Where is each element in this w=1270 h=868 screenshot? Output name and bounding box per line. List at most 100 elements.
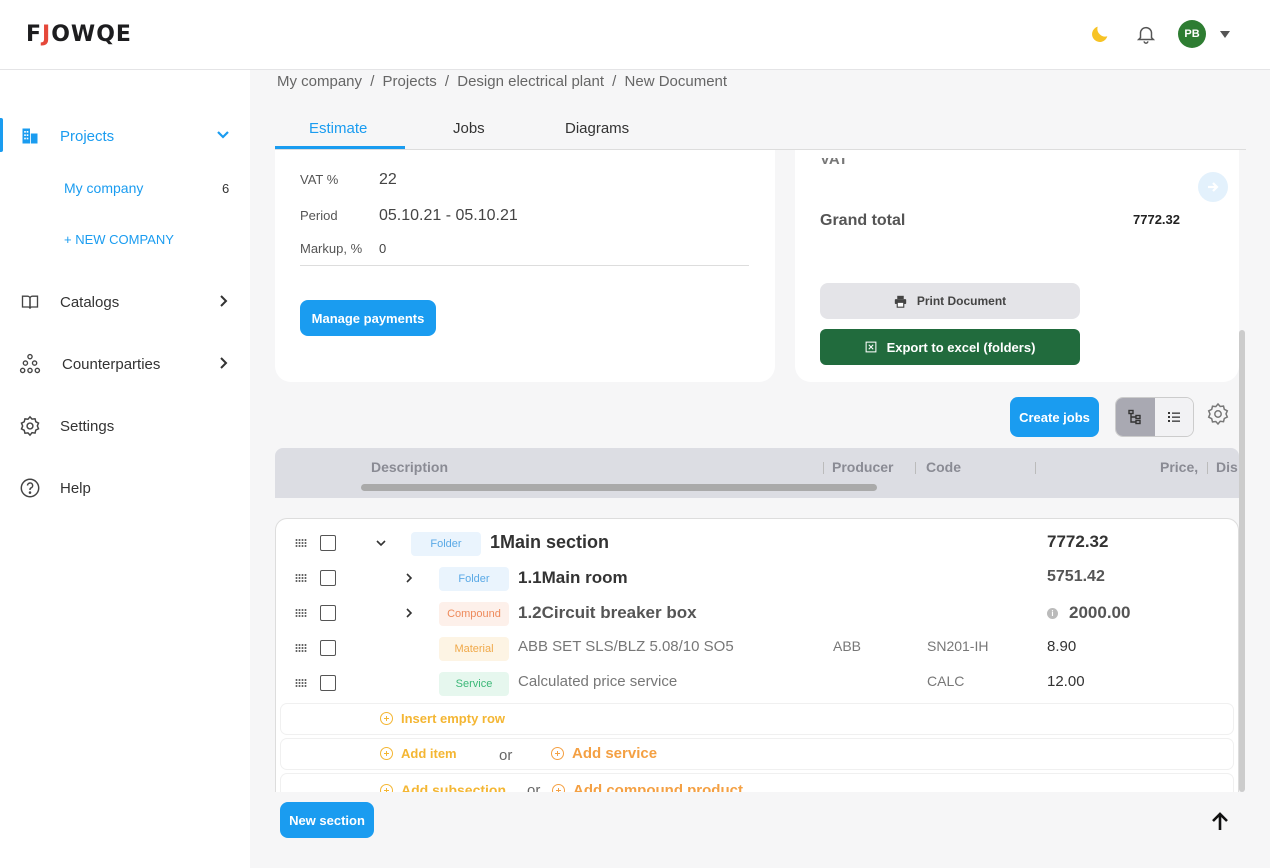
plus-circle-icon: [380, 783, 393, 792]
estimate-table: Folder 1Main section 7772.32 Folder 1.1M…: [275, 518, 1239, 792]
column-header-description[interactable]: Description: [371, 459, 448, 475]
printer-icon: [894, 295, 907, 308]
network-icon: [19, 353, 41, 375]
active-tab-indicator: [275, 146, 405, 149]
table-row[interactable]: Folder 1Main section 7772.32: [276, 526, 1238, 561]
column-header-discount[interactable]: Dis: [1216, 459, 1238, 475]
sidebar-subitem-my-company[interactable]: My company: [64, 180, 143, 196]
plus-circle-icon: [551, 747, 564, 760]
add-subsection-link[interactable]: Add subsection: [380, 782, 506, 792]
chevron-right-icon: [220, 357, 228, 369]
breadcrumb-item[interactable]: Projects: [383, 73, 437, 90]
print-document-label: Print Document: [916, 294, 1007, 308]
type-badge-folder: Folder: [411, 532, 481, 556]
add-subsection-bar: Add subsection or Add compound product: [281, 774, 1233, 792]
row-checkbox[interactable]: [320, 675, 336, 691]
add-item-link[interactable]: Add item: [380, 746, 457, 761]
sidebar-item-catalogs[interactable]: Catalogs: [0, 282, 250, 322]
chevron-down-icon: [217, 131, 229, 139]
app-logo[interactable]: FJOWQE: [26, 22, 132, 47]
row-code: SN201-IH: [927, 638, 989, 654]
row-price: 8.90: [1047, 638, 1077, 655]
add-compound-product-link[interactable]: Add compound product: [552, 782, 743, 792]
breadcrumb-item[interactable]: My company: [277, 73, 362, 90]
sidebar-item-label: Catalogs: [60, 293, 120, 311]
column-header-producer[interactable]: Producer: [832, 459, 893, 475]
row-description[interactable]: 1.2Circuit breaker box: [518, 603, 697, 623]
chevron-down-icon[interactable]: [375, 537, 387, 549]
row-price: 12.00: [1047, 673, 1085, 690]
building-icon: [19, 125, 41, 147]
view-toggle: [1115, 397, 1194, 437]
scroll-to-top-arrow-icon[interactable]: [1209, 811, 1231, 833]
table-row[interactable]: Service Calculated price service CALC 12…: [276, 666, 1238, 701]
drag-handle-icon[interactable]: [295, 643, 307, 653]
table-settings-gear-icon[interactable]: [1206, 402, 1232, 428]
sidebar-item-projects[interactable]: Projects: [0, 116, 250, 156]
sidebar-item-counterparties[interactable]: Counterparties: [0, 344, 250, 384]
tab-bar: Estimate Jobs Diagrams: [275, 110, 1246, 150]
new-section-button[interactable]: New section: [280, 802, 374, 838]
add-service-link[interactable]: Add service: [551, 745, 657, 762]
new-company-link[interactable]: + NEW COMPANY: [64, 232, 174, 247]
or-separator: or: [499, 747, 513, 764]
manage-payments-button[interactable]: Manage payments: [300, 300, 436, 336]
column-header-code[interactable]: Code: [926, 459, 961, 475]
chevron-down-icon[interactable]: [1220, 30, 1230, 38]
vat-value[interactable]: 22: [379, 171, 397, 189]
table-row[interactable]: Folder 1.1Main room 5751.42: [276, 561, 1238, 596]
markup-input[interactable]: 0: [379, 241, 386, 256]
sidebar: Projects My company 6 + NEW COMPANY Cata…: [0, 70, 250, 868]
sidebar-item-label: Projects: [60, 127, 115, 145]
breadcrumb-item[interactable]: Design electrical plant: [457, 73, 604, 90]
avatar[interactable]: PB: [1178, 20, 1206, 48]
table-row[interactable]: Material ABB SET SLS/BLZ 5.08/10 SO5 ABB…: [276, 631, 1238, 666]
column-header-price[interactable]: Price,: [1160, 459, 1198, 475]
table-row[interactable]: Compound 1.2Circuit breaker box i 2000.0…: [276, 596, 1238, 631]
row-price: 5751.42: [1047, 568, 1105, 585]
insert-row-bar: Insert empty row: [281, 704, 1233, 734]
row-description[interactable]: ABB SET SLS/BLZ 5.08/10 SO5: [518, 638, 734, 655]
drag-handle-icon[interactable]: [295, 573, 307, 583]
tab-estimate[interactable]: Estimate: [309, 120, 367, 137]
period-value[interactable]: 05.10.21 - 05.10.21: [379, 207, 518, 225]
column-separator: [1035, 462, 1036, 474]
print-document-button[interactable]: Print Document: [820, 283, 1080, 319]
period-label: Period: [300, 208, 338, 223]
row-price: 7772.32: [1047, 532, 1109, 551]
sidebar-item-settings[interactable]: Settings: [0, 406, 250, 446]
info-icon[interactable]: i: [1047, 608, 1058, 619]
row-checkbox[interactable]: [320, 535, 336, 551]
sidebar-item-help[interactable]: Help: [0, 468, 250, 508]
row-description[interactable]: 1.1Main room: [518, 568, 628, 588]
type-badge-service: Service: [439, 672, 509, 696]
drag-handle-icon[interactable]: [295, 608, 307, 618]
create-jobs-button[interactable]: Create jobs: [1010, 397, 1099, 437]
chevron-right-icon[interactable]: [403, 607, 415, 619]
bell-icon[interactable]: [1132, 20, 1160, 48]
row-price: 2000.00: [1069, 603, 1131, 622]
type-badge-material: Material: [439, 637, 509, 661]
row-description[interactable]: 1Main section: [490, 532, 609, 553]
row-description[interactable]: Calculated price service: [518, 673, 677, 690]
tab-diagrams[interactable]: Diagrams: [565, 120, 629, 137]
insert-empty-row-link[interactable]: Insert empty row: [380, 711, 505, 726]
sidebar-item-label: Help: [60, 479, 91, 497]
row-checkbox[interactable]: [320, 570, 336, 586]
export-excel-button[interactable]: Export to excel (folders): [820, 329, 1080, 365]
tab-jobs[interactable]: Jobs: [453, 120, 485, 137]
drag-handle-icon[interactable]: [295, 678, 307, 688]
plus-circle-icon: [380, 712, 393, 725]
list-view-icon[interactable]: [1154, 398, 1193, 436]
moon-icon[interactable]: [1086, 20, 1114, 48]
drag-handle-icon[interactable]: [295, 538, 307, 548]
horizontal-scrollbar[interactable]: [361, 484, 877, 491]
arrow-right-icon[interactable]: [1198, 172, 1228, 202]
tree-view-icon[interactable]: [1116, 398, 1155, 436]
export-excel-label: Export to excel (folders): [886, 339, 1036, 355]
breadcrumb-separator: /: [444, 73, 450, 90]
row-checkbox[interactable]: [320, 640, 336, 656]
chevron-right-icon[interactable]: [403, 572, 415, 584]
vertical-scrollbar[interactable]: [1239, 330, 1245, 792]
row-checkbox[interactable]: [320, 605, 336, 621]
